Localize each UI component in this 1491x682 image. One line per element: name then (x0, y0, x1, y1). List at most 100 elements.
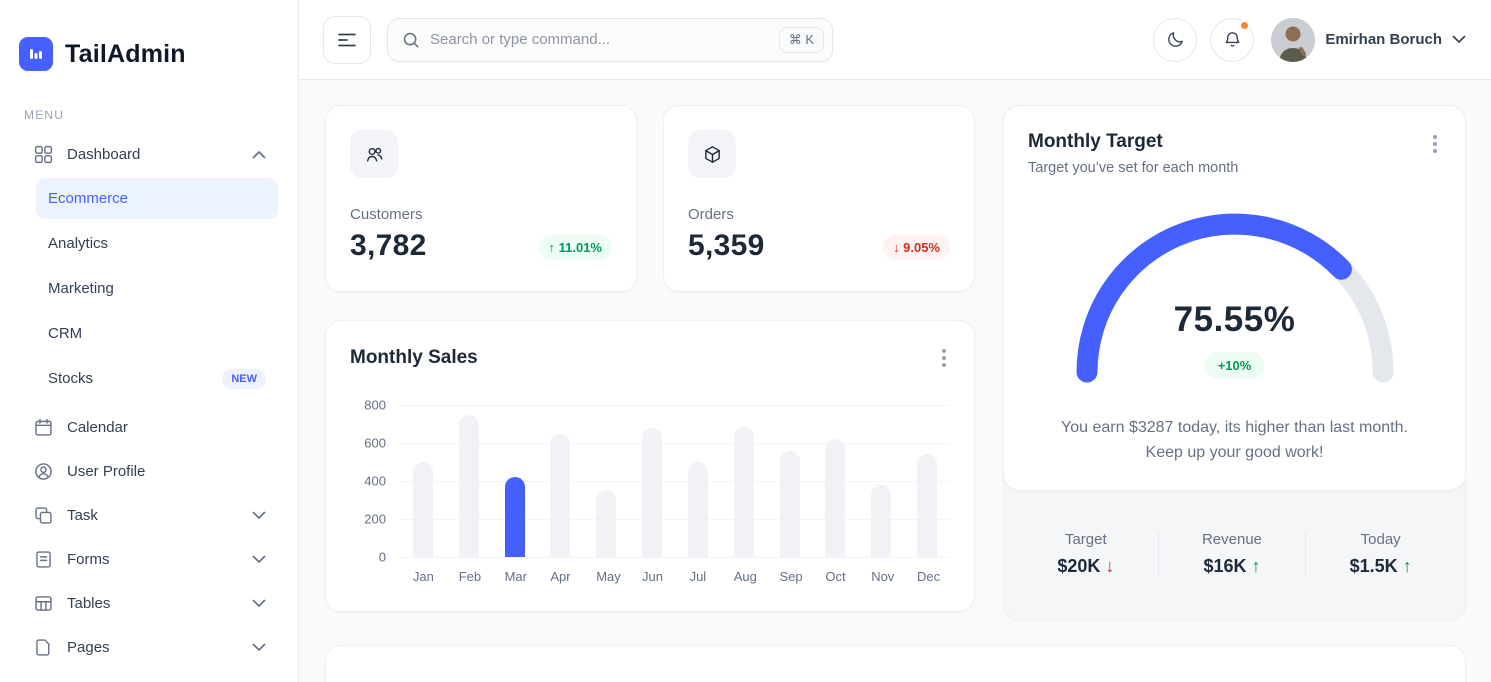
box-icon (688, 130, 736, 178)
search-input[interactable] (430, 31, 769, 48)
target-stats-footer: Target $20K ↓ Revenue $16K ↑ Today $1.5K ↑ (1004, 490, 1465, 619)
people-icon (350, 130, 398, 178)
monthly-sales-menu-button[interactable] (938, 345, 950, 371)
x-tick: Jul (688, 569, 708, 584)
forms-icon (32, 549, 54, 570)
monthly-sales-chart: 0200400600800 (350, 405, 950, 557)
bar-jan (413, 462, 433, 557)
bar-sep (780, 451, 800, 557)
y-tick: 800 (364, 398, 386, 413)
chart-y-axis: 0200400600800 (350, 405, 386, 557)
chevron-down-icon (252, 511, 266, 520)
sidebar-item-dashboard[interactable]: Dashboard (20, 132, 278, 176)
bar-jun (642, 428, 662, 557)
chevron-down-icon (252, 555, 266, 564)
target-message: You earn $3287 today, its higher than la… (1028, 416, 1441, 466)
sidebar-subitem-analytics[interactable]: Analytics (36, 223, 278, 264)
bar-mar (505, 477, 525, 557)
x-tick: Apr (550, 569, 570, 584)
monthly-target-card: Monthly Target Target you’ve set for eac… (1003, 105, 1466, 620)
sidebar-item-tables[interactable]: Tables (20, 581, 278, 625)
menu-section-label: MENU (24, 108, 298, 122)
chart-plot-area (400, 405, 950, 557)
stat-revenue: Revenue $16K ↑ (1202, 531, 1262, 577)
stat-today: Today $1.5K ↑ (1350, 531, 1412, 577)
x-tick: May (596, 569, 616, 584)
monthly-target-title: Monthly Target (1028, 131, 1238, 153)
sidebar-subitem-stocks[interactable]: StocksNEW (36, 358, 278, 399)
metric-value: 3,782 (350, 229, 427, 263)
search-icon (402, 31, 420, 49)
sidebar-nav: Dashboard (0, 132, 298, 176)
dashboard-submenu: EcommerceAnalyticsMarketingCRMStocksNEW (0, 176, 298, 405)
bell-icon (1223, 30, 1242, 49)
monthly-target-menu-button[interactable] (1429, 131, 1441, 157)
sidebar-item-calendar[interactable]: Calendar (20, 405, 278, 449)
dark-mode-toggle[interactable] (1153, 18, 1197, 62)
customers-metric-card: Customers 3,782 ↑ 11.01% (325, 105, 637, 292)
x-tick: Mar (505, 569, 525, 584)
grid-icon (32, 144, 54, 165)
new-badge: NEW (222, 369, 266, 389)
metrics-row: Customers 3,782 ↑ 11.01% Orders 5,359 ↓ … (325, 105, 975, 292)
main-content: Customers 3,782 ↑ 11.01% Orders 5,359 ↓ … (299, 80, 1491, 682)
bar-apr (550, 434, 570, 557)
chevron-down-icon (1452, 35, 1466, 44)
keyboard-shortcut-hint: ⌘ K (779, 27, 824, 53)
user-name: Emirhan Boruch (1325, 31, 1442, 48)
x-tick: Feb (459, 569, 479, 584)
bar-jul (688, 462, 708, 557)
y-tick: 200 (364, 512, 386, 527)
app-title: TailAdmin (65, 40, 186, 69)
search-bar[interactable]: ⌘ K (387, 18, 833, 62)
sidebar-subitem-marketing[interactable]: Marketing (36, 268, 278, 309)
metric-value: 5,359 (688, 229, 765, 263)
bar-may (596, 490, 616, 557)
x-tick: Aug (734, 569, 754, 584)
moon-icon (1166, 30, 1185, 49)
stat-target: Target $20K ↓ (1057, 531, 1114, 577)
sidebar-subitem-ecommerce[interactable]: Ecommerce (36, 178, 278, 219)
chevron-down-icon (252, 599, 266, 608)
sidebar-toggle-button[interactable] (323, 16, 371, 64)
logo[interactable]: TailAdmin (0, 24, 298, 80)
bottom-card-partial (325, 645, 1466, 682)
user-circle-icon (32, 461, 54, 482)
sidebar-item-task[interactable]: Task (20, 493, 278, 537)
x-tick: Jun (642, 569, 662, 584)
y-tick: 400 (364, 474, 386, 489)
pages-icon (32, 637, 54, 658)
notifications-button[interactable] (1210, 18, 1254, 62)
chevron-down-icon (252, 643, 266, 652)
x-tick: Dec (917, 569, 937, 584)
monthly-sales-card: Monthly Sales 0200400600800 JanFebMarApr… (325, 320, 975, 612)
target-percent: 75.55% (1065, 300, 1405, 340)
monthly-target-subtitle: Target you’ve set for each month (1028, 160, 1238, 176)
tables-icon (32, 593, 54, 614)
chevron-up-icon (252, 150, 266, 159)
task-icon (32, 505, 54, 526)
bar-dec (917, 454, 937, 557)
menu-icon (337, 32, 357, 48)
topbar: ⌘ K Emirhan Boruch (299, 0, 1491, 80)
target-gauge: 75.55% +10% (1065, 202, 1405, 394)
bar-oct (825, 439, 845, 557)
sidebar-subitem-crm[interactable]: CRM (36, 313, 278, 354)
x-tick: Sep (780, 569, 800, 584)
x-tick: Nov (871, 569, 891, 584)
monthly-sales-title: Monthly Sales (350, 347, 478, 369)
notification-dot (1239, 20, 1250, 31)
target-delta-badge: +10% (1205, 352, 1265, 379)
sidebar-item-pages[interactable]: Pages (20, 625, 278, 669)
bar-feb (459, 415, 479, 557)
bar-nov (871, 485, 891, 557)
orders-metric-card: Orders 5,359 ↓ 9.05% (663, 105, 975, 292)
x-tick: Oct (825, 569, 845, 584)
user-menu[interactable]: Emirhan Boruch (1271, 18, 1466, 62)
tailadmin-logo-icon (19, 37, 53, 71)
sidebar-item-forms[interactable]: Forms (20, 537, 278, 581)
metric-label: Customers (350, 206, 612, 223)
sidebar-item-user-profile[interactable]: User Profile (20, 449, 278, 493)
bar-aug (734, 427, 754, 557)
metric-delta-badge: ↑ 11.01% (539, 235, 613, 260)
